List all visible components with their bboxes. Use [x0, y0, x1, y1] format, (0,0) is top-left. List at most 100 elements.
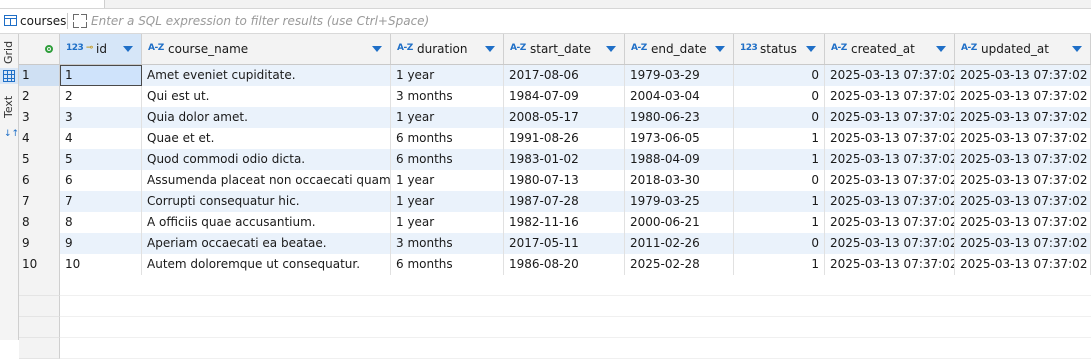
cell-updated-at[interactable]: 2025-03-13 07:37:02: [955, 254, 1091, 275]
cell-end-date[interactable]: 1988-04-09: [625, 149, 734, 170]
cell-id[interactable]: 7: [60, 191, 142, 212]
cell-status[interactable]: 0: [734, 86, 825, 107]
cell-duration[interactable]: 6 months: [391, 254, 504, 275]
row-number-cell[interactable]: 2: [19, 86, 60, 107]
cell-created-at[interactable]: 2025-03-13 07:37:02: [825, 233, 955, 254]
cell-updated-at[interactable]: 2025-03-13 07:37:02: [955, 128, 1091, 149]
cell-start-date[interactable]: 1991-08-26: [504, 128, 625, 149]
expand-filter-icon[interactable]: [73, 14, 87, 28]
cell-id[interactable]: 9: [60, 233, 142, 254]
editor-tab[interactable]: [0, 0, 105, 8]
table-row[interactable]: 3 3 Quia dolor amet. 1 year 2008-05-17 1980-0…: [19, 107, 1091, 128]
cell-start-date[interactable]: 1987-07-28: [504, 191, 625, 212]
cell-course-name[interactable]: Quod commodi odio dicta.: [142, 149, 391, 170]
column-header-updated-at[interactable]: A-Z updated_at: [955, 34, 1091, 64]
cell-updated-at[interactable]: 2025-03-13 07:37:02: [955, 149, 1091, 170]
column-header-status[interactable]: 123 status: [734, 34, 825, 64]
cell-duration[interactable]: 1 year: [391, 212, 504, 233]
cell-status[interactable]: 1: [734, 149, 825, 170]
column-header-course-name[interactable]: A-Z course_name: [142, 34, 391, 64]
column-header-id[interactable]: 123 ⊸ id: [60, 34, 142, 64]
row-number-cell[interactable]: 4: [19, 128, 60, 149]
column-menu-icon[interactable]: [936, 46, 946, 52]
row-number-cell[interactable]: 1: [19, 65, 60, 86]
cell-duration[interactable]: 1 year: [391, 65, 504, 86]
cell-id[interactable]: 1: [60, 65, 142, 86]
column-menu-icon[interactable]: [715, 46, 725, 52]
select-all-icon[interactable]: [45, 45, 53, 53]
cell-duration[interactable]: 3 months: [391, 86, 504, 107]
cell-id[interactable]: 3: [60, 107, 142, 128]
column-header-duration[interactable]: A-Z duration: [391, 34, 504, 64]
cell-status[interactable]: 1: [734, 191, 825, 212]
row-number-cell[interactable]: 6: [19, 170, 60, 191]
cell-duration[interactable]: 6 months: [391, 149, 504, 170]
cell-start-date[interactable]: 1986-08-20: [504, 254, 625, 275]
cell-end-date[interactable]: 1980-06-23: [625, 107, 734, 128]
table-row[interactable]: 5 5 Quod commodi odio dicta. 6 months 1983-0…: [19, 149, 1091, 170]
grid-view-button[interactable]: [0, 68, 18, 84]
cell-start-date[interactable]: 2017-08-06: [504, 65, 625, 86]
column-menu-icon[interactable]: [806, 46, 816, 52]
cell-updated-at[interactable]: 2025-03-13 07:37:02: [955, 107, 1091, 128]
table-row[interactable]: 88A officiis quae accusantium. 1 year 1982…: [19, 212, 1091, 233]
cell-end-date[interactable]: 2011-02-26: [625, 233, 734, 254]
table-row[interactable]: 7 7 Corrupti consequatur hic. 1 year 1987-07…: [19, 191, 1091, 212]
cell-updated-at[interactable]: 2025-03-13 07:37:02: [955, 191, 1091, 212]
table-row[interactable]: 10 10 Autem doloremque ut consequatur. 6 mo…: [19, 254, 1091, 275]
cell-course-name[interactable]: Autem doloremque ut consequatur.: [142, 254, 391, 275]
filter-input[interactable]: Enter a SQL expression to filter results…: [91, 14, 429, 28]
cell-id[interactable]: 10: [60, 254, 142, 275]
column-header-end-date[interactable]: A-Z end_date: [625, 34, 734, 64]
table-row[interactable]: 2 2 Qui est ut. 3 months 1984-07-09 2004-03-0…: [19, 86, 1091, 107]
table-row[interactable]: 9 9 Aperiam occaecati ea beatae. 3 months 20…: [19, 233, 1091, 254]
cell-course-name[interactable]: Qui est ut.: [142, 86, 391, 107]
table-row[interactable]: 4 4 Quae et et. 6 months 1991-08-26 1973-06-0…: [19, 128, 1091, 149]
cell-course-name[interactable]: Aperiam occaecati ea beatae.: [142, 233, 391, 254]
cell-created-at[interactable]: 2025-03-13 07:37:02: [825, 212, 955, 233]
cell-status[interactable]: 1: [734, 254, 825, 275]
column-menu-icon[interactable]: [372, 46, 382, 52]
cell-end-date[interactable]: 1979-03-29: [625, 65, 734, 86]
cell-updated-at[interactable]: 2025-03-13 07:37:02: [955, 170, 1091, 191]
column-header-start-date[interactable]: A-Z start_date: [504, 34, 625, 64]
row-number-cell[interactable]: 3: [19, 107, 60, 128]
cell-created-at[interactable]: 2025-03-13 07:37:02: [825, 128, 955, 149]
cell-created-at[interactable]: 2025-03-13 07:37:02: [825, 254, 955, 275]
cell-duration[interactable]: 1 year: [391, 191, 504, 212]
cell-start-date[interactable]: 2017-05-11: [504, 233, 625, 254]
cell-created-at[interactable]: 2025-03-13 07:37:02: [825, 86, 955, 107]
cell-duration[interactable]: 1 year: [391, 170, 504, 191]
cell-end-date[interactable]: 2000-06-21: [625, 212, 734, 233]
column-menu-icon[interactable]: [606, 46, 616, 52]
cell-end-date[interactable]: 2004-03-04: [625, 86, 734, 107]
cell-id[interactable]: 8: [60, 212, 142, 233]
cell-course-name[interactable]: A officiis quae accusantium.: [142, 212, 391, 233]
tab-text[interactable]: Text: [0, 88, 18, 128]
sort-toggle[interactable]: ↓↑: [0, 130, 19, 144]
row-number-cell[interactable]: 10: [19, 254, 60, 275]
cell-duration[interactable]: 1 year: [391, 107, 504, 128]
cell-status[interactable]: 0: [734, 65, 825, 86]
cell-updated-at[interactable]: 2025-03-13 07:37:02: [955, 212, 1091, 233]
cell-end-date[interactable]: 2018-03-30: [625, 170, 734, 191]
cell-course-name[interactable]: Amet eveniet cupiditate.: [142, 65, 391, 86]
cell-start-date[interactable]: 1984-07-09: [504, 86, 625, 107]
cell-status[interactable]: 1: [734, 212, 825, 233]
cell-course-name[interactable]: Assumenda placeat non occaecati quam.: [142, 170, 391, 191]
cell-status[interactable]: 0: [734, 233, 825, 254]
row-number-cell[interactable]: 9: [19, 233, 60, 254]
cell-duration[interactable]: 3 months: [391, 233, 504, 254]
cell-status[interactable]: 0: [734, 107, 825, 128]
cell-updated-at[interactable]: 2025-03-13 07:37:02: [955, 233, 1091, 254]
cell-updated-at[interactable]: 2025-03-13 07:37:02: [955, 86, 1091, 107]
cell-course-name[interactable]: Quia dolor amet.: [142, 107, 391, 128]
column-menu-icon[interactable]: [123, 46, 133, 52]
row-number-cell[interactable]: 7: [19, 191, 60, 212]
row-number-cell[interactable]: 5: [19, 149, 60, 170]
cell-created-at[interactable]: 2025-03-13 07:37:02: [825, 170, 955, 191]
cell-updated-at[interactable]: 2025-03-13 07:37:02: [955, 65, 1091, 86]
cell-created-at[interactable]: 2025-03-13 07:37:02: [825, 191, 955, 212]
row-number-cell[interactable]: 8: [19, 212, 60, 233]
table-row[interactable]: 6 6 Assumenda placeat non occaecati quam. 1…: [19, 170, 1091, 191]
